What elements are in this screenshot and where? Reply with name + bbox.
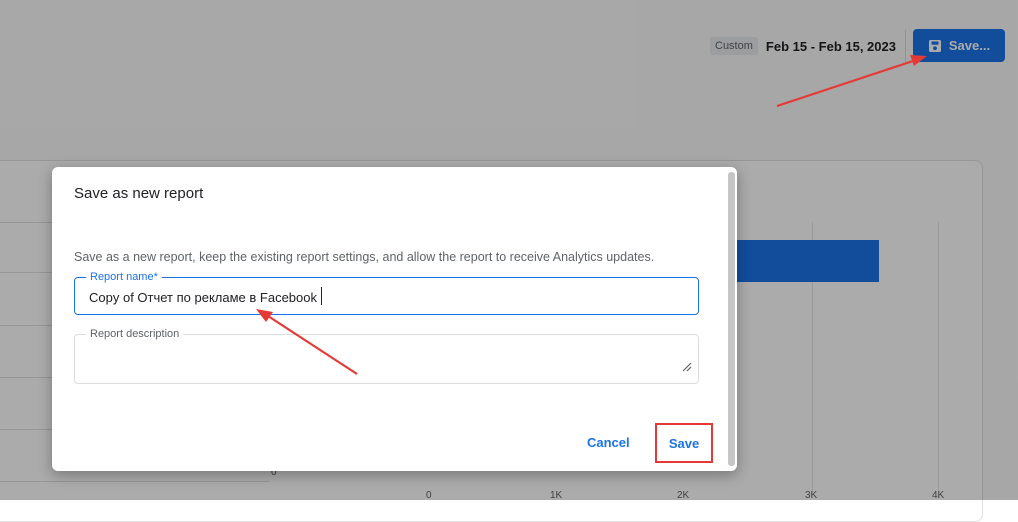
arrow-to-name-field <box>256 309 358 375</box>
annotation-arrows <box>256 55 927 375</box>
arrow-to-save-button <box>776 55 927 108</box>
